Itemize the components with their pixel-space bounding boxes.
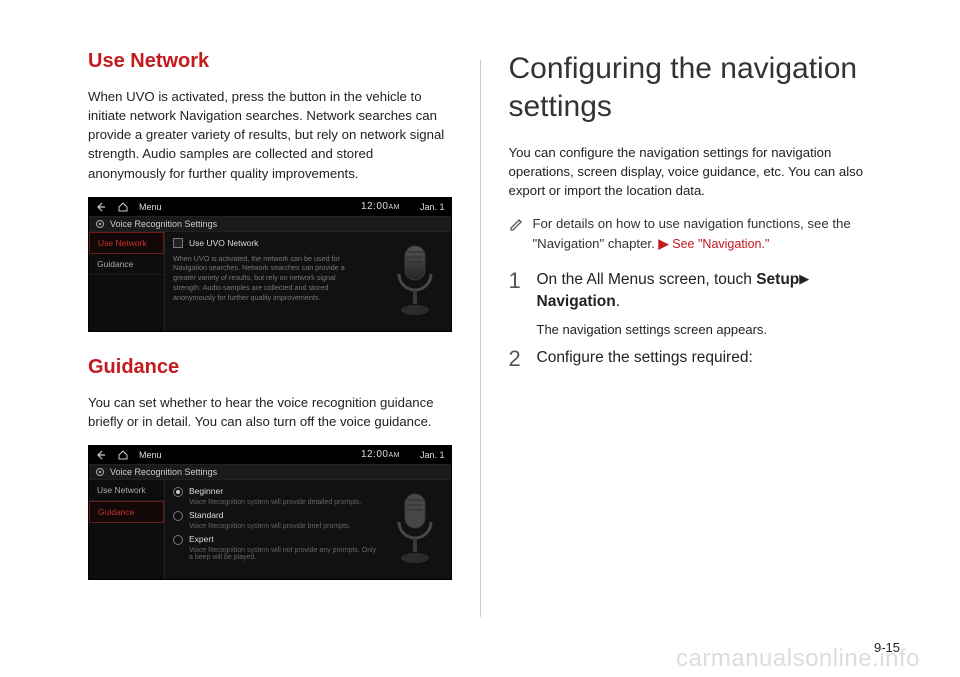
page: Use Network When UVO is activated, press… <box>0 0 960 677</box>
checkbox-icon <box>173 238 183 248</box>
menu-label: Menu <box>139 202 162 212</box>
radio-label: Expert <box>189 534 214 544</box>
clock-date: Jan. 1 <box>420 202 445 212</box>
section-body-guidance: You can set whether to hear the voice re… <box>88 393 452 431</box>
note-reference-link[interactable]: See "Navigation." <box>672 237 769 251</box>
radio-label: Standard <box>189 510 224 520</box>
section-title-use-network: Use Network <box>88 50 452 73</box>
sidebar-item-use-network: Use Network <box>89 480 164 501</box>
note-text: For details on how to use navigation fun… <box>533 214 873 252</box>
step-main: On the All Menus screen, touch Setup ▶ N… <box>537 269 873 314</box>
pencil-icon <box>509 216 525 232</box>
screenshot-use-network: Menu 12:00AM Jan. 1 Voice Recognition Se… <box>88 197 452 332</box>
screenshot-guidance: Menu 12:00AM Jan. 1 Voice Recognition Se… <box>88 445 452 580</box>
radio-icon <box>173 511 183 521</box>
shot-body: Use Network Guidance Beginner Voice Reco… <box>89 480 451 579</box>
sidebar-item-use-network: Use Network <box>89 232 164 254</box>
clock-time: 12:00AM <box>361 201 400 212</box>
step-1: 1 On the All Menus screen, touch Setup ▶… <box>509 269 873 337</box>
clock-time: 12:00AM <box>361 449 400 460</box>
shot-topbar: Menu 12:00AM Jan. 1 <box>89 198 451 216</box>
shot-sidebar: Use Network Guidance <box>89 480 165 579</box>
clock-date: Jan. 1 <box>420 450 445 460</box>
radio-icon <box>173 535 183 545</box>
microphone-icon <box>387 242 443 322</box>
settings-title: Voice Recognition Settings <box>110 219 217 229</box>
chevron-right-icon: ▶ <box>799 270 809 289</box>
gear-icon <box>95 219 105 229</box>
step-sub: The navigation settings screen appears. <box>537 322 873 337</box>
shot-subbar: Voice Recognition Settings <box>89 464 451 480</box>
step-main: Configure the settings required: <box>537 347 873 369</box>
shot-subbar: Voice Recognition Settings <box>89 216 451 232</box>
ref-caret-icon: ▶ <box>658 236 668 251</box>
radio-sub: Voice Recognition system will not provid… <box>189 547 379 561</box>
checkbox-description: When UVO is activated, the network can b… <box>173 254 363 303</box>
shot-topbar: Menu 12:00AM Jan. 1 <box>89 446 451 464</box>
shot-body: Use Network Guidance Use UVO Network Whe… <box>89 232 451 331</box>
radio-label: Beginner <box>189 486 223 496</box>
step-body: On the All Menus screen, touch Setup ▶ N… <box>537 269 873 337</box>
watermark: carmanualsonline.info <box>676 645 920 673</box>
note: For details on how to use navigation fun… <box>509 214 873 252</box>
intro-text: You can configure the navigation setting… <box>509 143 873 200</box>
back-icon <box>95 449 107 461</box>
step-number: 1 <box>509 269 525 337</box>
step-number: 2 <box>509 347 525 371</box>
sidebar-item-guidance: Guidance <box>89 501 164 523</box>
shot-main: Beginner Voice Recognition system will p… <box>165 480 451 579</box>
settings-title: Voice Recognition Settings <box>110 467 217 477</box>
page-title: Configuring the navigation settings <box>509 50 873 125</box>
right-column: Configuring the navigation settings You … <box>481 50 901 677</box>
sidebar-item-guidance: Guidance <box>89 254 164 275</box>
back-icon <box>95 201 107 213</box>
menu-label: Menu <box>139 450 162 460</box>
home-icon <box>117 449 129 461</box>
checkbox-label: Use UVO Network <box>189 238 258 248</box>
microphone-icon <box>387 490 443 570</box>
radio-icon <box>173 487 183 497</box>
shot-sidebar: Use Network Guidance <box>89 232 165 331</box>
left-column: Use Network When UVO is activated, press… <box>60 50 480 677</box>
shot-main: Use UVO Network When UVO is activated, t… <box>165 232 451 331</box>
home-icon <box>117 201 129 213</box>
step-body: Configure the settings required: <box>537 347 873 371</box>
radio-sub: Voice Recognition system will provide de… <box>189 499 379 506</box>
section-title-guidance: Guidance <box>88 356 452 379</box>
section-body-use-network: When UVO is activated, press the button … <box>88 87 452 183</box>
gear-icon <box>95 467 105 477</box>
step-2: 2 Configure the settings required: <box>509 347 873 371</box>
radio-sub: Voice Recognition system will provide br… <box>189 523 379 530</box>
